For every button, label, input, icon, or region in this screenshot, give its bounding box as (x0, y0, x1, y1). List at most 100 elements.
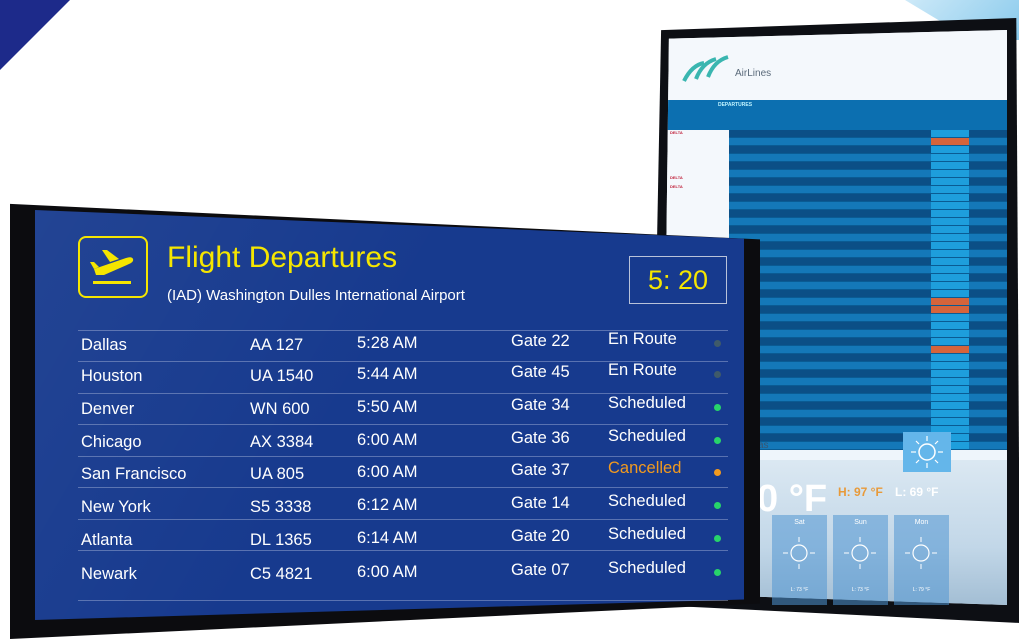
flight-gate: Gate 45 (511, 363, 570, 381)
plane-departure-icon (78, 236, 148, 298)
flight-city: Denver (81, 400, 135, 418)
back-table-row (729, 418, 1007, 426)
back-table-row (729, 402, 1007, 410)
back-table-row (729, 410, 1007, 418)
flight-status: Scheduled (608, 525, 686, 543)
back-table-row (729, 378, 1007, 386)
flight-time: 5:44 AM (357, 365, 418, 383)
back-table-row (729, 394, 1007, 402)
status-indicator-dot (714, 371, 721, 378)
back-table-row (729, 170, 1007, 178)
back-table-row (729, 338, 1007, 346)
flight-status: Scheduled (608, 394, 686, 412)
corner-decoration (0, 0, 70, 70)
back-table-row (729, 242, 1007, 250)
airline-item (662, 202, 729, 211)
airline-item: DELTA (670, 175, 683, 180)
flight-gate: Gate 22 (511, 332, 570, 350)
forecast-day-card: Mon L: 79 °F (894, 515, 949, 605)
flight-row: San Francisco UA 805 6:00 AM Gate 37 Cancell… (78, 456, 728, 488)
weather-sun-icon (903, 432, 951, 472)
flight-number: WN 600 (250, 400, 310, 418)
flight-row: Houston UA 1540 5:44 AM Gate 45 En Route (78, 361, 728, 393)
flight-status: Scheduled (608, 427, 686, 445)
airline-item: DELTA (670, 184, 683, 189)
back-table-row (729, 362, 1007, 370)
flight-gate: Gate 37 (511, 461, 570, 479)
back-table-row (729, 226, 1007, 234)
flight-city: San Francisco (81, 465, 187, 483)
status-indicator-dot (714, 469, 721, 476)
airline-item: DELTA (670, 130, 683, 135)
sun-icon (783, 537, 815, 569)
back-departures-table (729, 130, 1007, 460)
back-table-row (729, 290, 1007, 298)
flight-time: 6:00 AM (357, 563, 418, 581)
back-table-row (729, 250, 1007, 258)
flight-time: 6:14 AM (357, 529, 418, 547)
flight-time: 6:00 AM (357, 431, 418, 449)
airline-item (662, 193, 729, 202)
status-indicator-dot (714, 569, 721, 576)
back-table-row (729, 370, 1007, 378)
forecast-day-temp: L: 73 °F (851, 587, 870, 593)
flight-gate: Gate 20 (511, 527, 570, 545)
status-indicator-dot (714, 535, 721, 542)
airline-item (662, 148, 729, 157)
flight-status: Scheduled (608, 492, 686, 510)
forecast-day-name: Mon (914, 519, 929, 526)
forecast-day-card: Sun L: 73 °F (833, 515, 888, 605)
forecast-day-temp: L: 73 °F (790, 587, 809, 593)
back-table-row (729, 306, 1007, 314)
flight-number: DL 1365 (250, 531, 312, 549)
back-table-row (729, 354, 1007, 362)
forecast-day-card: Sat L: 73 °F (772, 515, 827, 605)
back-table-row (729, 314, 1007, 322)
flight-gate: Gate 07 (511, 561, 570, 579)
flight-row: New York S5 3338 6:12 AM Gate 14 Scheduled (78, 487, 728, 519)
table-bottom-divider (78, 600, 728, 601)
flight-time: 5:50 AM (357, 398, 418, 416)
flight-number: AX 3384 (250, 433, 314, 451)
flight-row: Dallas AA 127 5:28 AM Gate 22 En Route (78, 330, 728, 362)
back-table-row (729, 178, 1007, 186)
flight-city: New York (81, 498, 151, 516)
back-table-row (729, 282, 1007, 290)
flight-status: En Route (608, 361, 677, 379)
back-table-row (729, 386, 1007, 394)
flight-city: Chicago (81, 433, 142, 451)
back-logo-text: AirLines (735, 68, 772, 79)
airline-item (662, 157, 729, 166)
airline-item (662, 211, 729, 220)
flight-number: C5 4821 (250, 565, 313, 583)
airline-logo-icon (682, 55, 729, 82)
forecast-day-name: Sun (854, 519, 867, 526)
status-indicator-dot (714, 502, 721, 509)
flight-number: UA 805 (250, 465, 305, 483)
back-table-row (729, 218, 1007, 226)
back-table-row (729, 154, 1007, 162)
flight-time: 6:12 AM (357, 496, 418, 514)
airline-item (662, 139, 729, 148)
flight-row: Denver WN 600 5:50 AM Gate 34 Scheduled (78, 393, 728, 425)
flight-gate: Gate 34 (511, 396, 570, 414)
sun-icon (905, 537, 937, 569)
airline-item (662, 166, 729, 175)
back-table-row (729, 298, 1007, 306)
flight-status: Scheduled (608, 559, 686, 577)
flight-row: Chicago AX 3384 6:00 AM Gate 36 Scheduled (78, 424, 728, 456)
back-table-row (729, 186, 1007, 194)
back-table-row (729, 146, 1007, 154)
status-indicator-dot (714, 437, 721, 444)
back-table-row (729, 346, 1007, 354)
flight-status: En Route (608, 330, 677, 348)
flight-number: S5 3338 (250, 498, 312, 516)
status-indicator-dot (714, 404, 721, 411)
flight-gate: Gate 36 (511, 429, 570, 447)
airline-list: DELTA DELTA DELTA (662, 130, 729, 250)
back-table-row (729, 434, 1007, 442)
flight-city: Dallas (81, 336, 127, 354)
flight-time: 5:28 AM (357, 334, 418, 352)
weather-high: H: 97 °F (838, 485, 883, 499)
clock-display: 5: 20 (629, 256, 727, 304)
